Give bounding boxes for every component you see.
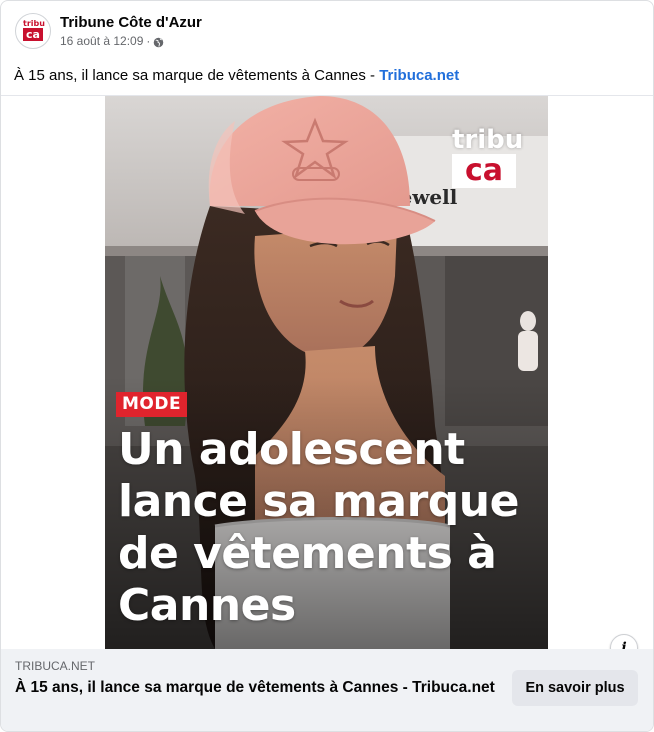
watermark-line1: tribu [452,125,524,155]
link-title[interactable]: À 15 ans, il lance sa marque de vêtement… [15,678,495,698]
category-badge: MODE [116,392,188,417]
page-avatar[interactable]: tribu ca [15,13,51,49]
caption-link[interactable]: Tribuca.net [379,67,459,84]
link-domain: TRIBUCA.NET [15,659,96,673]
tribuca-logo-icon: tribu ca [21,19,45,43]
image-headline: Un adolescent lance sa marque de vêtemen… [118,424,519,631]
watermark-line2: ca [452,154,516,188]
caption-text: À 15 ans, il lance sa marque de vêtement… [14,67,380,84]
meta-separator: · [146,34,151,48]
globe-icon[interactable] [153,36,164,47]
post-header: tribu ca Tribune Côte d'Azur 16 août à 1… [15,11,202,51]
post-meta-line: 16 août à 12:09 · [60,33,202,49]
facebook-post-card: tribu ca Tribune Côte d'Azur 16 août à 1… [0,0,654,732]
post-timestamp[interactable]: 16 août à 12:09 [60,33,143,49]
link-preview-footer[interactable]: TRIBUCA.NET À 15 ans, il lance sa marque… [1,649,653,731]
post-image[interactable]: Jewell tribu ca MODE Un adolescent lance… [105,96,548,649]
post-meta-block: Tribune Côte d'Azur 16 août à 12:09 · [60,13,202,49]
avatar-logo-line1: tribu [23,19,45,28]
learn-more-button[interactable]: En savoir plus [512,670,638,706]
avatar-logo-line2: ca [23,28,43,41]
page-name-link[interactable]: Tribune Côte d'Azur [60,13,202,32]
tribuca-watermark-logo: tribu ca [450,125,524,190]
post-caption: À 15 ans, il lance sa marque de vêtement… [14,66,459,86]
